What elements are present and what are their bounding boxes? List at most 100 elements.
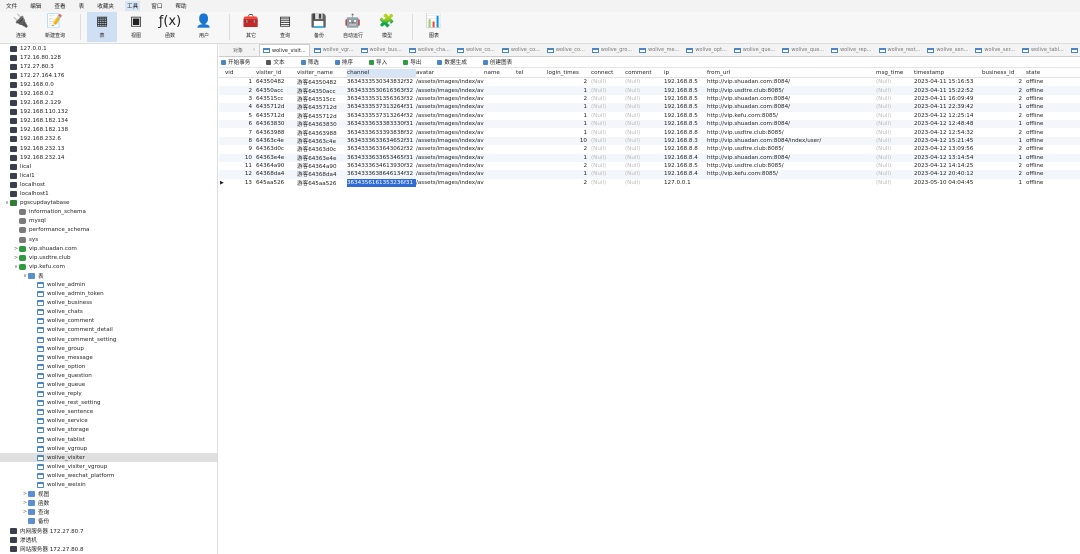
table-cell[interactable]: (Null) xyxy=(625,179,664,187)
begin-transaction-button[interactable]: 开始事务 xyxy=(221,58,258,66)
table-cell[interactable]: 3634333530343832f32 xyxy=(347,78,416,86)
table-row[interactable]: 8 64363c4e 游客64363c4e 3634333633634652f31/a… xyxy=(219,136,1080,146)
table-cell[interactable]: 64350482 xyxy=(256,78,297,86)
text-button[interactable]: 文本 xyxy=(266,58,292,66)
column-header-login-times[interactable]: login_times xyxy=(547,69,591,77)
tab-table[interactable]: wolive_me... xyxy=(636,44,682,56)
tree-item[interactable]: 网站服务器 172.27.80.8 xyxy=(0,544,217,553)
table-cell[interactable]: (Null) xyxy=(625,95,664,103)
table-cell[interactable]: offline xyxy=(1026,137,1066,145)
table-cell[interactable]: 2023-04-12 12:48:48 xyxy=(914,120,982,128)
table-cell[interactable]: http://vip.shuadan.com:8084/ xyxy=(707,154,876,162)
toolbar-button-other[interactable]: 🧰 其它 xyxy=(236,12,266,42)
tree-item[interactable]: wolive_tablist xyxy=(0,435,217,444)
table-cell[interactable] xyxy=(484,103,516,111)
menu-item[interactable]: 收藏夹 xyxy=(95,1,116,11)
tab-table[interactable]: wolive_co... xyxy=(454,44,498,56)
table-cell[interactable]: 3634333638646134f32 xyxy=(347,170,416,178)
tree-item[interactable]: 192.168.232.13 xyxy=(0,144,217,153)
table-cell[interactable]: (Null) xyxy=(591,128,625,136)
table-cell[interactable]: 1 xyxy=(982,179,1022,187)
table-cell[interactable] xyxy=(484,95,516,103)
table-cell[interactable]: http://vip.kefu.com:8085/ xyxy=(707,170,876,178)
tab-table[interactable]: wolive_que... xyxy=(731,44,779,56)
table-cell[interactable]: 192.168.8.5 xyxy=(664,95,707,103)
table-cell[interactable] xyxy=(484,162,516,170)
column-header-channel[interactable]: channel xyxy=(347,69,416,77)
table-cell[interactable] xyxy=(516,137,547,145)
tab-table[interactable]: wolive_co... xyxy=(499,44,543,56)
tree-item[interactable]: wolive_wechat_platform xyxy=(0,471,217,480)
tree-item[interactable]: lical1 xyxy=(0,171,217,180)
table-cell[interactable]: 游客64363830 xyxy=(297,120,347,128)
toolbar-button-query[interactable]: ▤ 查询 xyxy=(270,12,300,42)
table-cell[interactable]: offline xyxy=(1026,145,1066,153)
table-cell[interactable]: /assets/images/index/ava xyxy=(416,137,484,145)
toolbar-button-function[interactable]: ƒ(x) 函数 xyxy=(155,12,185,42)
toolbar-button-backup[interactable]: 💾 备份 xyxy=(304,12,334,42)
table-cell[interactable]: 192.168.8.5 xyxy=(664,86,707,94)
table-cell[interactable]: 1 xyxy=(547,170,587,178)
connection-tree[interactable]: 127.0.0.1 172.16.80.128 172.27.80.3 172.27.… xyxy=(0,44,218,554)
toolbar-button-connect[interactable]: 🔌 连接 xyxy=(6,12,36,42)
table-cell[interactable] xyxy=(484,112,516,120)
menu-item[interactable]: 编辑 xyxy=(28,1,43,11)
table-cell[interactable]: 1 xyxy=(225,78,252,86)
tree-item[interactable]: 172.27.164.176 xyxy=(0,71,217,80)
table-cell[interactable]: (Null) xyxy=(625,137,664,145)
tab-table[interactable]: wolive_gro... xyxy=(589,44,635,56)
table-cell[interactable]: 2023-04-12 13:14:54 xyxy=(914,154,982,162)
table-cell[interactable]: 游客64363d0c xyxy=(297,145,347,153)
tab-table[interactable]: wolive_co... xyxy=(544,44,588,56)
table-cell[interactable]: /assets/images/index/ava xyxy=(416,145,484,153)
table-cell[interactable]: 192.168.8.5 xyxy=(664,103,707,111)
tree-item[interactable]: wolive_service xyxy=(0,417,217,426)
table-cell[interactable]: 2023-04-12 14:14:25 xyxy=(914,162,982,170)
table-cell[interactable]: offline xyxy=(1026,170,1066,178)
table-cell[interactable]: 6435712d xyxy=(256,103,297,111)
tree-item[interactable]: wolive_queue xyxy=(0,380,217,389)
table-cell[interactable]: 2 xyxy=(982,162,1022,170)
table-cell[interactable] xyxy=(516,103,547,111)
column-header-vid[interactable]: vid xyxy=(225,69,256,77)
toolbar-button-chart[interactable]: 📊 图表 xyxy=(419,12,449,42)
tree-item[interactable]: wolive_admin_token xyxy=(0,290,217,299)
toolbar-button-table[interactable]: ▦ 表 xyxy=(87,12,117,42)
table-cell[interactable]: 12 xyxy=(225,170,252,178)
table-cell[interactable] xyxy=(484,179,516,187)
table-cell[interactable]: 64350acc xyxy=(256,86,297,94)
table-cell[interactable]: 9 xyxy=(225,145,252,153)
table-cell[interactable]: (Null) xyxy=(876,145,914,153)
table-cell[interactable]: (Null) xyxy=(876,86,914,94)
import-button[interactable]: 导入 xyxy=(369,58,395,66)
table-cell[interactable]: (Null) xyxy=(625,120,664,128)
table-cell[interactable]: 1 xyxy=(547,128,587,136)
table-cell[interactable]: 1 xyxy=(982,120,1022,128)
table-cell[interactable] xyxy=(516,95,547,103)
tree-item[interactable]: ∨ vip.kefu.com xyxy=(0,262,217,271)
tab-table[interactable]: wolive_opt... xyxy=(683,44,729,56)
table-cell[interactable]: 5 xyxy=(225,112,252,120)
table-cell[interactable]: (Null) xyxy=(591,95,625,103)
table-cell[interactable] xyxy=(516,145,547,153)
tab-table[interactable]: wolive_que... xyxy=(779,44,827,56)
table-cell[interactable]: 2 xyxy=(982,95,1022,103)
table-cell[interactable] xyxy=(484,128,516,136)
table-cell[interactable]: (Null) xyxy=(591,137,625,145)
tree-item[interactable]: wolive_comment xyxy=(0,317,217,326)
table-cell[interactable]: (Null) xyxy=(625,112,664,120)
table-cell[interactable]: offline xyxy=(1026,162,1066,170)
table-cell[interactable]: 64363830 xyxy=(256,120,297,128)
table-cell[interactable]: 64363e4e xyxy=(256,154,297,162)
table-cell[interactable]: 3634333633634652f31 xyxy=(347,137,416,145)
menu-item[interactable]: 工具 xyxy=(125,1,141,11)
table-cell[interactable]: 2 xyxy=(547,145,587,153)
tab-table[interactable]: wolive_ser... xyxy=(972,44,1018,56)
table-cell[interactable]: 3634356161353236f31 xyxy=(347,178,416,188)
table-cell[interactable]: 127.0.0.1 xyxy=(664,179,707,187)
column-header-avatar[interactable]: avatar xyxy=(416,69,484,77)
tree-item[interactable]: wolive_message xyxy=(0,353,217,362)
table-cell[interactable]: 2023-04-12 12:54:32 xyxy=(914,128,982,136)
table-cell[interactable]: 8 xyxy=(225,137,252,145)
table-row[interactable]: 5 6435712d 游客6435712d 3634333537313264f32/a… xyxy=(219,112,1080,120)
